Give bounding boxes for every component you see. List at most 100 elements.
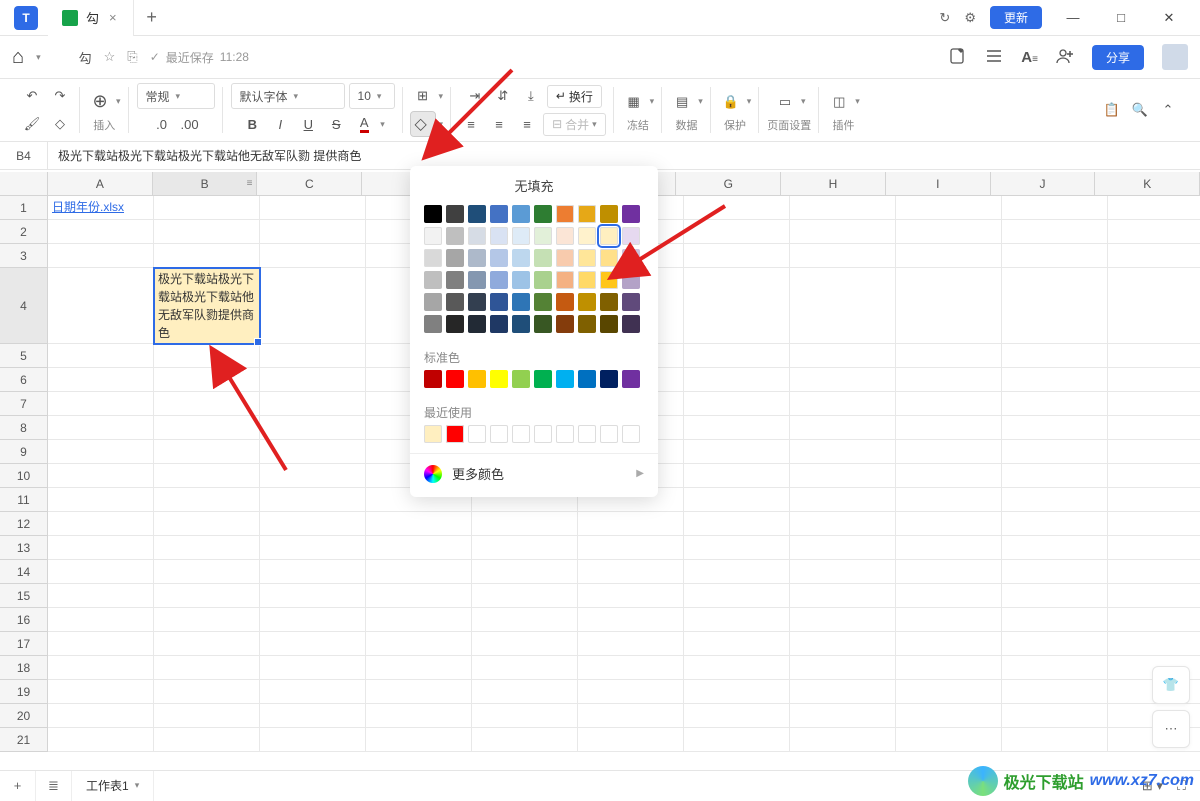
color-swatch[interactable] (446, 315, 464, 333)
cell[interactable] (896, 440, 1002, 464)
cell[interactable] (260, 560, 366, 584)
cell[interactable] (260, 368, 366, 392)
align-center-icon[interactable]: ≡ (487, 112, 511, 136)
color-swatch[interactable] (600, 205, 618, 223)
cell[interactable] (684, 632, 790, 656)
color-swatch[interactable] (490, 315, 508, 333)
cell[interactable] (48, 220, 154, 244)
row-header[interactable]: 4 (0, 268, 48, 344)
cell[interactable] (578, 704, 684, 728)
cell[interactable] (896, 244, 1002, 268)
column-header[interactable]: B≡ (153, 172, 258, 196)
cell[interactable] (684, 344, 790, 368)
plugins-icon[interactable]: ◫ (827, 90, 851, 114)
cell[interactable] (48, 608, 154, 632)
bold-button[interactable]: B (240, 112, 264, 136)
document-tab[interactable]: 勾 × (48, 0, 134, 36)
cell[interactable] (1108, 196, 1200, 220)
cell[interactable] (684, 512, 790, 536)
all-sheets-icon[interactable]: ≣ (36, 771, 72, 801)
cell[interactable] (684, 728, 790, 752)
cell[interactable] (1002, 488, 1108, 512)
sheet-tab-1[interactable]: 工作表1 ▾ (72, 771, 154, 801)
cell[interactable] (48, 344, 154, 368)
cell[interactable] (1108, 268, 1200, 344)
row-header[interactable]: 9 (0, 440, 48, 464)
row-header[interactable]: 20 (0, 704, 48, 728)
cell[interactable] (1002, 464, 1108, 488)
cell[interactable] (1002, 440, 1108, 464)
cell[interactable] (472, 704, 578, 728)
cell[interactable] (260, 608, 366, 632)
color-swatch[interactable] (468, 271, 486, 289)
color-swatch[interactable] (534, 293, 552, 311)
theme-shirt-icon[interactable]: 👕 (1152, 666, 1190, 704)
color-swatch[interactable] (578, 205, 596, 223)
color-swatch[interactable] (446, 293, 464, 311)
color-swatch[interactable] (578, 425, 596, 443)
underline-button[interactable]: U (296, 112, 320, 136)
color-swatch[interactable] (556, 293, 574, 311)
cell[interactable] (790, 440, 896, 464)
color-swatch[interactable] (600, 370, 618, 388)
search-icon[interactable]: 🔍 (1128, 98, 1152, 122)
cell[interactable] (896, 488, 1002, 512)
color-swatch[interactable] (578, 227, 596, 245)
text-color-button[interactable]: A (352, 112, 376, 136)
cell[interactable] (366, 632, 472, 656)
name-box[interactable]: B4 (0, 142, 48, 169)
cell[interactable] (154, 704, 260, 728)
cell[interactable] (1002, 608, 1108, 632)
color-swatch[interactable] (490, 227, 508, 245)
lock-icon[interactable]: 🔒 (719, 90, 743, 114)
color-swatch[interactable] (556, 271, 574, 289)
cell[interactable] (1108, 560, 1200, 584)
color-swatch[interactable] (600, 425, 618, 443)
cell[interactable] (896, 728, 1002, 752)
cell[interactable] (790, 656, 896, 680)
cell[interactable] (260, 512, 366, 536)
cell[interactable] (684, 220, 790, 244)
color-swatch[interactable] (534, 370, 552, 388)
row-header[interactable]: 7 (0, 392, 48, 416)
cell[interactable] (48, 560, 154, 584)
cell[interactable] (684, 392, 790, 416)
row-header[interactable]: 21 (0, 728, 48, 752)
color-swatch[interactable] (512, 315, 530, 333)
cell[interactable] (366, 560, 472, 584)
increase-decimal-button[interactable]: .00 (178, 112, 202, 136)
cell[interactable] (48, 536, 154, 560)
color-swatch[interactable] (556, 227, 574, 245)
font-size-select[interactable]: 10▾ (349, 83, 395, 109)
edit-note-icon[interactable] (949, 47, 967, 68)
cell[interactable] (1002, 196, 1108, 220)
color-swatch[interactable] (512, 271, 530, 289)
star-icon[interactable]: ☆ (104, 49, 116, 65)
cell[interactable] (260, 440, 366, 464)
cell[interactable] (1002, 632, 1108, 656)
cell[interactable] (896, 220, 1002, 244)
color-swatch[interactable] (622, 227, 640, 245)
color-swatch[interactable] (578, 249, 596, 267)
text-format-icon[interactable]: A≡ (1021, 49, 1038, 66)
cell[interactable] (684, 704, 790, 728)
color-swatch[interactable] (468, 249, 486, 267)
color-swatch[interactable] (600, 293, 618, 311)
cell[interactable] (48, 632, 154, 656)
cell[interactable] (896, 368, 1002, 392)
cell[interactable] (790, 632, 896, 656)
color-swatch[interactable] (468, 227, 486, 245)
cell[interactable] (578, 608, 684, 632)
column-header[interactable]: G (676, 172, 781, 196)
cell[interactable] (260, 416, 366, 440)
format-painter-icon[interactable]: 🖌 (20, 112, 44, 136)
color-swatch[interactable] (512, 205, 530, 223)
cell[interactable] (48, 416, 154, 440)
cell[interactable] (684, 268, 790, 344)
color-swatch[interactable] (468, 370, 486, 388)
cell[interactable] (48, 392, 154, 416)
cell[interactable] (154, 416, 260, 440)
cell[interactable] (896, 632, 1002, 656)
sheet-menu-icon[interactable]: ▾ (135, 780, 140, 791)
cell[interactable] (48, 464, 154, 488)
